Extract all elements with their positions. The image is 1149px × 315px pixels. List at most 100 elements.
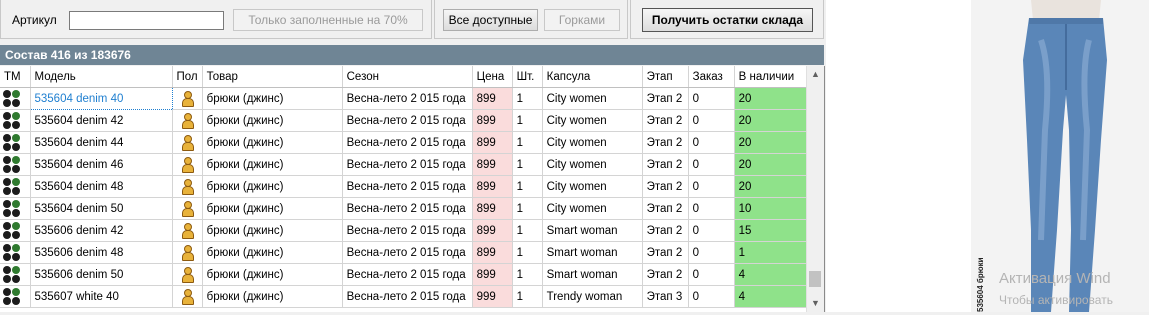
capsule-cell[interactable]: City women	[542, 87, 643, 110]
tm-cell[interactable]	[0, 87, 31, 110]
gender-cell[interactable]	[172, 219, 203, 242]
table-row[interactable]: 535604 denim 44 брюки (джинс) Весна-лето 2…	[0, 131, 809, 154]
order-cell[interactable]: 0	[688, 131, 735, 154]
order-cell[interactable]: 0	[688, 153, 735, 176]
tm-cell[interactable]	[0, 131, 31, 154]
order-cell[interactable]: 0	[688, 219, 735, 242]
in-stock-cell[interactable]: 20	[734, 109, 809, 132]
col-header-product[interactable]: Товар	[202, 66, 343, 88]
tm-cell[interactable]	[0, 241, 31, 264]
capsule-cell[interactable]: Smart woman	[542, 241, 643, 264]
in-stock-cell[interactable]: 1	[734, 241, 809, 264]
article-input[interactable]	[69, 11, 224, 30]
col-header-model[interactable]: Модель	[30, 66, 173, 88]
season-cell[interactable]: Весна-лето 2 015 года	[342, 219, 473, 242]
price-cell[interactable]: 999	[472, 285, 513, 308]
tm-cell[interactable]	[0, 263, 31, 286]
stage-cell[interactable]: Этап 2	[642, 109, 689, 132]
season-cell[interactable]: Весна-лето 2 015 года	[342, 197, 473, 220]
in-stock-cell[interactable]: 20	[734, 175, 809, 198]
scroll-down-arrow-icon[interactable]: ▼	[807, 295, 824, 312]
order-cell[interactable]: 0	[688, 109, 735, 132]
col-header-price[interactable]: Цена	[472, 66, 513, 88]
table-row[interactable]: 535606 denim 42 брюки (джинс) Весна-лето 2…	[0, 219, 809, 242]
scroll-up-arrow-icon[interactable]: ▲	[807, 66, 824, 83]
season-cell[interactable]: Весна-лето 2 015 года	[342, 87, 473, 110]
tm-cell[interactable]	[0, 219, 31, 242]
gender-cell[interactable]	[172, 241, 203, 264]
gorkami-button[interactable]: Горками	[544, 9, 620, 31]
model-cell[interactable]: 535606 denim 50	[30, 263, 173, 286]
price-cell[interactable]: 899	[472, 219, 513, 242]
tm-cell[interactable]	[0, 197, 31, 220]
capsule-cell[interactable]: Trendy woman	[542, 285, 643, 308]
price-cell[interactable]: 899	[472, 131, 513, 154]
col-header-tm[interactable]: ТМ	[0, 66, 31, 88]
col-header-in-stock[interactable]: В наличии	[734, 66, 809, 88]
gender-cell[interactable]	[172, 285, 203, 308]
season-cell[interactable]: Весна-лето 2 015 года	[342, 109, 473, 132]
in-stock-cell[interactable]: 4	[734, 263, 809, 286]
col-header-season[interactable]: Сезон	[342, 66, 473, 88]
order-cell[interactable]: 0	[688, 175, 735, 198]
gender-cell[interactable]	[172, 109, 203, 132]
price-cell[interactable]: 899	[472, 197, 513, 220]
col-header-order[interactable]: Заказ	[688, 66, 735, 88]
table-row[interactable]: 535604 denim 48 брюки (джинс) Весна-лето 2…	[0, 175, 809, 198]
capsule-cell[interactable]: City women	[542, 175, 643, 198]
capsule-cell[interactable]: Smart woman	[542, 219, 643, 242]
tm-cell[interactable]	[0, 109, 31, 132]
table-row[interactable]: 535606 denim 50 брюки (джинс) Весна-лето 2…	[0, 263, 809, 286]
product-cell[interactable]: брюки (джинс)	[202, 241, 343, 264]
order-cell[interactable]: 0	[688, 263, 735, 286]
qty-cell[interactable]: 1	[512, 109, 543, 132]
col-header-qty[interactable]: Шт.	[512, 66, 543, 88]
table-row[interactable]: 535606 denim 48 брюки (джинс) Весна-лето 2…	[0, 241, 809, 264]
capsule-cell[interactable]: City women	[542, 131, 643, 154]
model-cell[interactable]: 535604 denim 50	[30, 197, 173, 220]
product-cell[interactable]: брюки (джинс)	[202, 109, 343, 132]
stage-cell[interactable]: Этап 2	[642, 175, 689, 198]
model-cell[interactable]: 535604 denim 44	[30, 131, 173, 154]
in-stock-cell[interactable]: 20	[734, 87, 809, 110]
table-row[interactable]: 535604 denim 46 брюки (джинс) Весна-лето 2…	[0, 153, 809, 176]
qty-cell[interactable]: 1	[512, 175, 543, 198]
order-cell[interactable]: 0	[688, 241, 735, 264]
product-cell[interactable]: брюки (джинс)	[202, 197, 343, 220]
in-stock-cell[interactable]: 4	[734, 285, 809, 308]
col-header-stage[interactable]: Этап	[642, 66, 689, 88]
qty-cell[interactable]: 1	[512, 285, 543, 308]
season-cell[interactable]: Весна-лето 2 015 года	[342, 175, 473, 198]
qty-cell[interactable]: 1	[512, 87, 543, 110]
table-row[interactable]: 535604 denim 42 брюки (джинс) Весна-лето 2…	[0, 109, 809, 132]
product-cell[interactable]: брюки (джинс)	[202, 175, 343, 198]
in-stock-cell[interactable]: 10	[734, 197, 809, 220]
capsule-cell[interactable]: City women	[542, 153, 643, 176]
qty-cell[interactable]: 1	[512, 197, 543, 220]
order-cell[interactable]: 0	[688, 285, 735, 308]
model-cell[interactable]: 535607 white 40	[30, 285, 173, 308]
price-cell[interactable]: 899	[472, 153, 513, 176]
stage-cell[interactable]: Этап 3	[642, 285, 689, 308]
order-cell[interactable]: 0	[688, 197, 735, 220]
price-cell[interactable]: 899	[472, 241, 513, 264]
table-row[interactable]: 535607 white 40 брюки (джинс) Весна-лето 2…	[0, 285, 809, 308]
model-cell[interactable]: 535604 denim 40	[29, 87, 173, 110]
season-cell[interactable]: Весна-лето 2 015 года	[342, 153, 473, 176]
in-stock-cell[interactable]: 20	[734, 131, 809, 154]
qty-cell[interactable]: 1	[512, 263, 543, 286]
order-cell[interactable]: 0	[688, 87, 735, 110]
season-cell[interactable]: Весна-лето 2 015 года	[342, 285, 473, 308]
capsule-cell[interactable]: Smart woman	[542, 263, 643, 286]
in-stock-cell[interactable]: 15	[734, 219, 809, 242]
capsule-cell[interactable]: City women	[542, 109, 643, 132]
qty-cell[interactable]: 1	[512, 219, 543, 242]
gender-cell[interactable]	[172, 131, 203, 154]
price-cell[interactable]: 899	[472, 263, 513, 286]
only-filled-button[interactable]: Только заполненные на 70%	[233, 9, 423, 31]
price-cell[interactable]: 899	[472, 87, 513, 110]
stage-cell[interactable]: Этап 2	[642, 197, 689, 220]
stage-cell[interactable]: Этап 2	[642, 153, 689, 176]
table-row[interactable]: 535604 denim 40 брюки (джинс) Весна-лето 2…	[0, 87, 809, 110]
get-stock-button[interactable]: Получить остатки склада	[642, 8, 813, 32]
